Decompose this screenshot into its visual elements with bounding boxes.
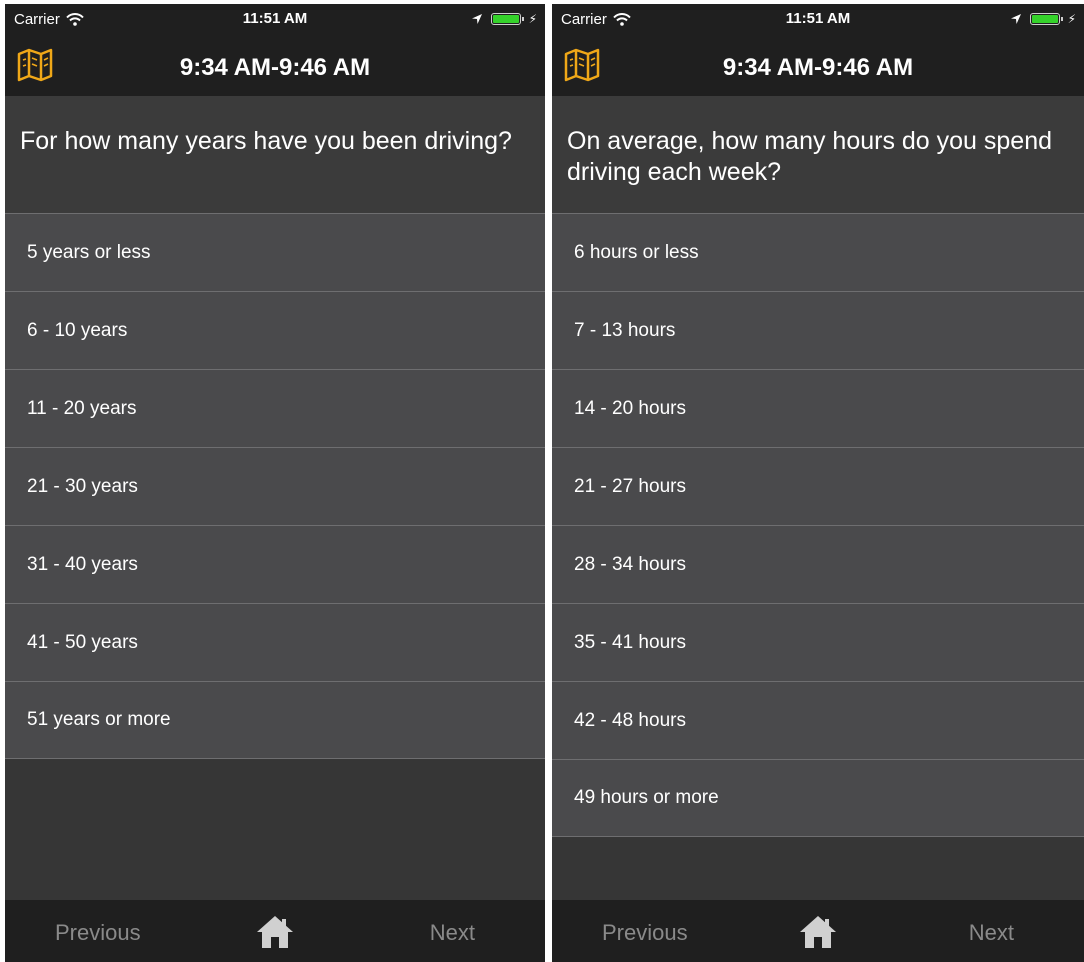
answer-option[interactable]: 6 - 10 years [5, 291, 545, 369]
nav-bar: 9:34 AM-9:46 AM [5, 34, 545, 96]
bottom-toolbar: Previous Next [552, 900, 1084, 962]
charging-bolt-icon: ⚡ [1067, 12, 1076, 26]
answer-option[interactable]: 6 hours or less [552, 213, 1084, 291]
question-text: On average, how many hours do you spend … [552, 96, 1084, 213]
next-button[interactable]: Next [969, 920, 1014, 946]
location-arrow-icon [471, 14, 482, 24]
answer-option[interactable]: 49 hours or more [552, 759, 1084, 837]
home-icon[interactable] [255, 914, 295, 950]
status-bar: Carrier 11:51 AM ⚡ [552, 4, 1084, 34]
next-button[interactable]: Next [430, 920, 475, 946]
answer-option[interactable]: 21 - 27 hours [552, 447, 1084, 525]
answer-option[interactable]: 5 years or less [5, 213, 545, 291]
battery-icon [490, 13, 524, 25]
status-time: 11:51 AM [242, 10, 308, 27]
nav-title: 9:34 AM-9:46 AM [722, 54, 914, 81]
battery-icon [1029, 13, 1063, 25]
answer-list: 5 years or less 6 - 10 years 11 - 20 yea… [5, 213, 545, 759]
answer-option[interactable]: 28 - 34 hours [552, 525, 1084, 603]
answer-option[interactable]: 21 - 30 years [5, 447, 545, 525]
nav-title: 9:34 AM-9:46 AM [179, 54, 371, 81]
survey-screen-driving-years: Carrier 11:51 AM ⚡ 9:34 AM-9:46 AM For h… [5, 4, 545, 962]
answer-option[interactable]: 31 - 40 years [5, 525, 545, 603]
previous-button[interactable]: Previous [55, 920, 141, 946]
bottom-toolbar: Previous Next [5, 900, 545, 962]
answer-option[interactable]: 7 - 13 hours [552, 291, 1084, 369]
nav-bar: 9:34 AM-9:46 AM [552, 34, 1084, 96]
survey-screen-weekly-hours: Carrier 11:51 AM ⚡ 9:34 AM-9:46 AM On av… [552, 4, 1084, 962]
answer-option[interactable]: 11 - 20 years [5, 369, 545, 447]
status-bar: Carrier 11:51 AM ⚡ [5, 4, 545, 34]
answer-list: 6 hours or less 7 - 13 hours 14 - 20 hou… [552, 213, 1084, 837]
charging-bolt-icon: ⚡ [528, 12, 537, 26]
question-text: For how many years have you been driving… [5, 96, 545, 213]
status-time: 11:51 AM [785, 10, 851, 27]
previous-button[interactable]: Previous [602, 920, 688, 946]
answer-option[interactable]: 41 - 50 years [5, 603, 545, 681]
answer-option[interactable]: 14 - 20 hours [552, 369, 1084, 447]
location-arrow-icon [1010, 14, 1021, 24]
answer-option[interactable]: 51 years or more [5, 681, 545, 759]
answer-option[interactable]: 42 - 48 hours [552, 681, 1084, 759]
home-icon[interactable] [798, 914, 838, 950]
answer-option[interactable]: 35 - 41 hours [552, 603, 1084, 681]
